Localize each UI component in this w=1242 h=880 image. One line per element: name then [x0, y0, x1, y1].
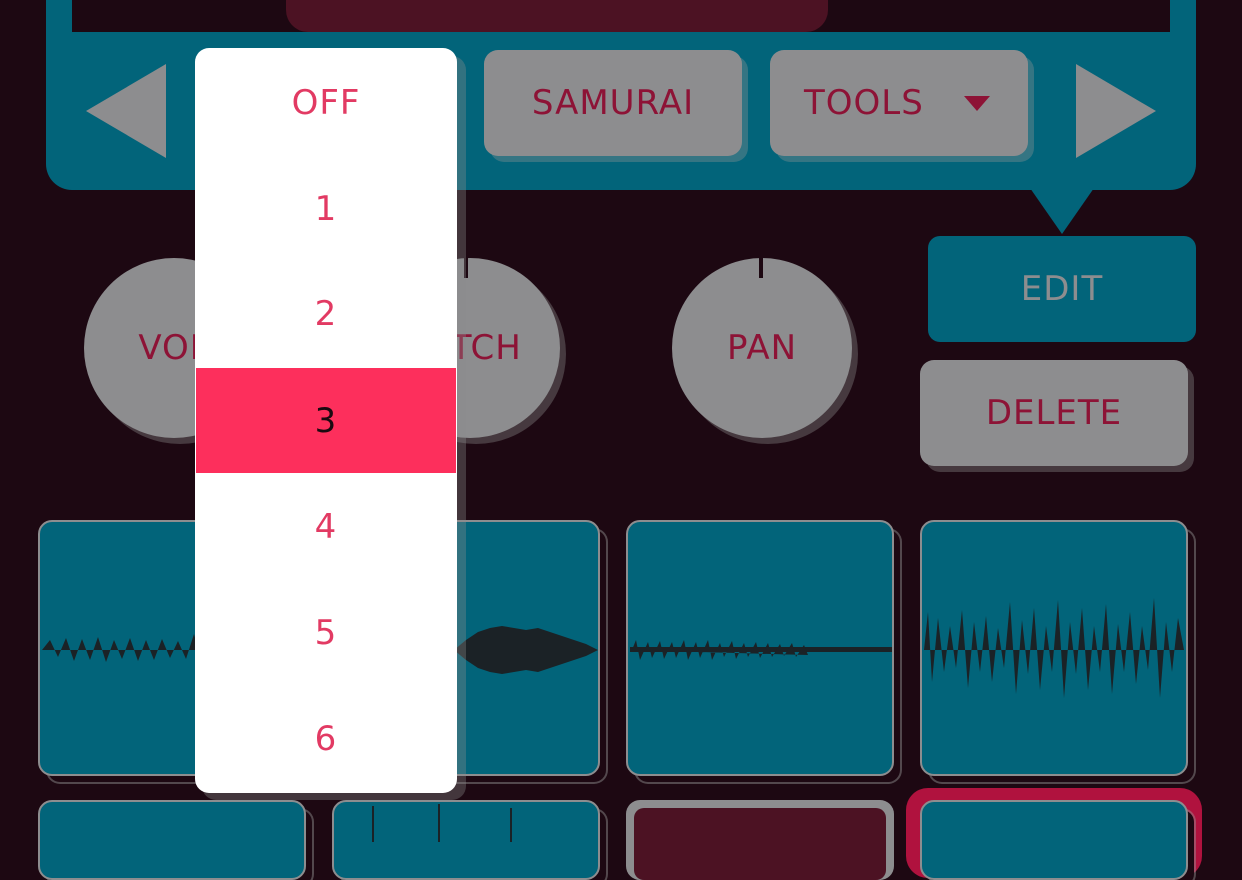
pan-knob-indicator — [759, 258, 763, 278]
option-label: 2 — [314, 293, 338, 334]
dropdown-option-5[interactable]: 5 — [195, 580, 457, 685]
samurai-label: SAMURAI — [531, 83, 695, 123]
pad-7-inner — [634, 808, 886, 880]
option-label: 3 — [314, 400, 338, 441]
sample-pad-3[interactable] — [626, 520, 894, 776]
dropdown-option-4[interactable]: 4 — [195, 474, 457, 579]
option-label: 6 — [314, 718, 338, 759]
delete-label: DELETE — [985, 393, 1123, 433]
sample-pad-5[interactable] — [38, 800, 306, 880]
top-red-bar — [286, 0, 828, 32]
dropdown-option-6[interactable]: 6 — [195, 686, 457, 791]
sample-pad-6[interactable] — [332, 800, 600, 880]
dropdown-option-3[interactable]: 3 — [196, 368, 456, 473]
samurai-button[interactable]: SAMURAI — [484, 50, 742, 156]
sample-pad-8[interactable] — [920, 800, 1188, 880]
dropdown-option-off[interactable]: OFF — [195, 50, 457, 155]
pan-knob[interactable]: PAN — [672, 258, 852, 438]
option-label: 1 — [314, 188, 338, 229]
dropdown-option-2[interactable]: 2 — [195, 261, 457, 366]
sample-pad-4[interactable] — [920, 520, 1188, 776]
edit-button[interactable]: EDIT — [928, 236, 1196, 342]
tools-label: TOOLS — [804, 83, 924, 123]
pan-knob-label: PAN — [726, 328, 798, 368]
option-label: 4 — [314, 506, 338, 547]
dropdown-option-1[interactable]: 1 — [195, 156, 457, 261]
panel-pointer — [1030, 188, 1094, 234]
track-number-dropdown[interactable]: OFF 1 2 3 4 5 6 — [195, 48, 457, 793]
option-label: 5 — [314, 612, 338, 653]
right-triangle-icon[interactable] — [1076, 64, 1156, 158]
left-triangle-icon[interactable] — [86, 64, 166, 158]
option-label: OFF — [291, 82, 361, 123]
delete-button[interactable]: DELETE — [920, 360, 1188, 466]
waveform-4 — [924, 598, 1184, 698]
waveform-3 — [630, 640, 892, 660]
waveform-6 — [372, 804, 512, 842]
caret-down-icon — [964, 96, 990, 111]
edit-label: EDIT — [1020, 269, 1104, 309]
sample-pad-7[interactable] — [626, 800, 894, 880]
